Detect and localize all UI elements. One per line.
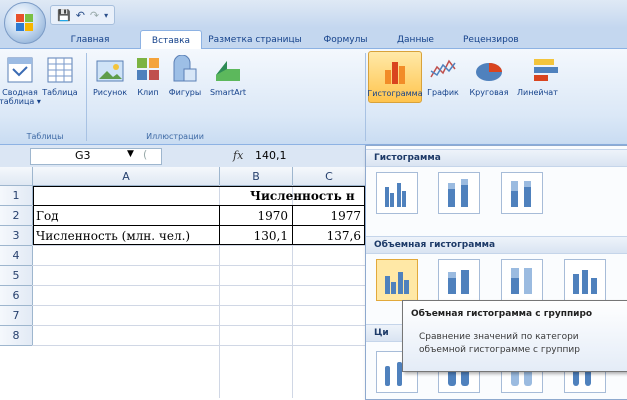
3d-percent-column-thumb[interactable] (501, 259, 543, 301)
table-label: Таблица (42, 88, 78, 97)
smartart-icon (213, 55, 243, 85)
row-header[interactable]: 6 (0, 286, 33, 306)
gallery-section-header: Объемная гистограмма (366, 236, 627, 254)
3d-stacked-column-thumb[interactable] (438, 259, 480, 301)
pivot-table-button[interactable]: Сводная таблица ▾ (0, 51, 41, 106)
pivot-table-icon (5, 55, 35, 85)
pie-chart-button[interactable]: Круговая (466, 51, 512, 97)
table-icon (45, 55, 75, 85)
formula-value[interactable]: 140,1 (255, 149, 287, 162)
bar-chart-button[interactable]: Линейчат (517, 51, 577, 97)
row-header[interactable]: 5 (0, 266, 33, 286)
picture-icon (95, 55, 125, 85)
chevron-down-icon[interactable]: ▼ (127, 149, 134, 159)
clipart-icon (133, 55, 163, 85)
shapes-button[interactable]: Фигуры (166, 51, 204, 97)
smartart-button[interactable]: SmartArt (206, 51, 250, 97)
tooltip-title: Объемная гистограмма с группиро (411, 309, 593, 319)
3d-column-thumb[interactable] (564, 259, 606, 301)
clip-button[interactable]: Клип (132, 51, 164, 97)
gallery-section-header: Гистограмма (366, 149, 627, 167)
row-header[interactable]: 4 (0, 246, 33, 266)
smartart-label: SmartArt (209, 88, 247, 97)
group-separator (86, 53, 87, 141)
group-tables-label: Таблицы (26, 132, 64, 141)
row-header[interactable]: 3 (0, 226, 33, 246)
line-chart-button[interactable]: График (423, 51, 463, 97)
shapes-label: Фигуры (168, 88, 202, 97)
tooltip-line: Сравнение значений по категори (419, 332, 579, 342)
function-icon[interactable]: fx (233, 149, 243, 162)
cell-b3[interactable]: 130,1 (220, 226, 288, 245)
name-box[interactable]: G3 ▼ ( (30, 148, 162, 165)
cell-c3[interactable]: 137,6 (293, 226, 361, 245)
cell-c2[interactable]: 1977 (293, 206, 361, 225)
qat-dropdown-icon[interactable]: ▾ (104, 11, 108, 20)
tab-insert[interactable]: Вставка (140, 30, 202, 50)
picture-button[interactable]: Рисунок (90, 51, 130, 97)
line-chart-label: График (427, 88, 459, 97)
row-header[interactable]: 1 (0, 186, 33, 206)
chart-tooltip: Объемная гистограмма с группиро Сравнени… (402, 300, 627, 372)
save-icon[interactable]: 💾 (57, 9, 71, 22)
bar-chart-label: Линейчат (517, 88, 558, 97)
percent-column-thumb[interactable] (501, 172, 543, 214)
column-header-c[interactable]: C (293, 167, 366, 186)
pie-chart-label: Круговая (469, 88, 509, 97)
cell-b2[interactable]: 1970 (220, 206, 288, 225)
pivot-table-label: Сводная таблица ▾ (0, 88, 41, 106)
tab-data[interactable]: Данные (388, 31, 443, 48)
3d-clustered-column-thumb[interactable] (376, 259, 418, 301)
quick-access-toolbar: 💾 ↶ ↷ ▾ (50, 5, 116, 25)
select-all-corner[interactable] (0, 167, 33, 186)
ribbon-insert: Сводная таблица ▾ Таблица Таблицы Рисуно… (0, 49, 627, 145)
gallery-section-header: Ци (366, 324, 406, 342)
cell-population-label[interactable]: Численность (млн. чел.) (36, 226, 190, 245)
group-separator (365, 53, 366, 141)
column-header-a[interactable]: A (33, 167, 220, 186)
histogram-button[interactable]: Гистограмма (367, 51, 423, 103)
histogram-label: Гистограмма (367, 89, 423, 98)
office-button[interactable] (4, 2, 46, 44)
cell-year-label[interactable]: Год (36, 206, 59, 225)
bar-chart-icon (531, 55, 561, 85)
title-bar: 💾 ↶ ↷ ▾ (0, 0, 627, 44)
row-header[interactable]: 8 (0, 326, 33, 346)
office-logo-icon (16, 14, 34, 32)
row-header[interactable]: 7 (0, 306, 33, 326)
tab-review[interactable]: Рецензиров (455, 31, 553, 48)
tab-formulas[interactable]: Формулы (318, 31, 373, 48)
tooltip-line: объемной гистограмме с группир (419, 345, 580, 355)
cell-title[interactable]: Численность н (250, 186, 355, 205)
cell-ref: G3 (75, 149, 91, 162)
column-chart-icon (380, 56, 410, 86)
clustered-column-thumb[interactable] (376, 172, 418, 214)
redo-icon[interactable]: ↷ (90, 9, 99, 22)
line-chart-icon (428, 55, 458, 85)
table-button[interactable]: Таблица (40, 51, 80, 97)
tab-home[interactable]: Главная (60, 31, 120, 48)
column-header-b[interactable]: B (220, 167, 293, 186)
ribbon-tabs: Главная Вставка Разметка страницы Формул… (0, 28, 627, 50)
stacked-column-thumb[interactable] (438, 172, 480, 214)
undo-icon[interactable]: ↶ (76, 9, 85, 22)
picture-label: Рисунок (92, 88, 128, 97)
tooltip-body: Сравнение значений по категори объемной … (419, 331, 580, 357)
tab-page-layout[interactable]: Разметка страницы (205, 31, 305, 48)
cancel-formula-icon[interactable]: ( (143, 148, 147, 161)
shapes-icon (170, 54, 200, 85)
clip-label: Клип (137, 88, 159, 97)
group-illustrations-label: Иллюстрации (146, 132, 204, 141)
row-header[interactable]: 2 (0, 206, 33, 226)
pie-chart-icon (474, 55, 504, 85)
